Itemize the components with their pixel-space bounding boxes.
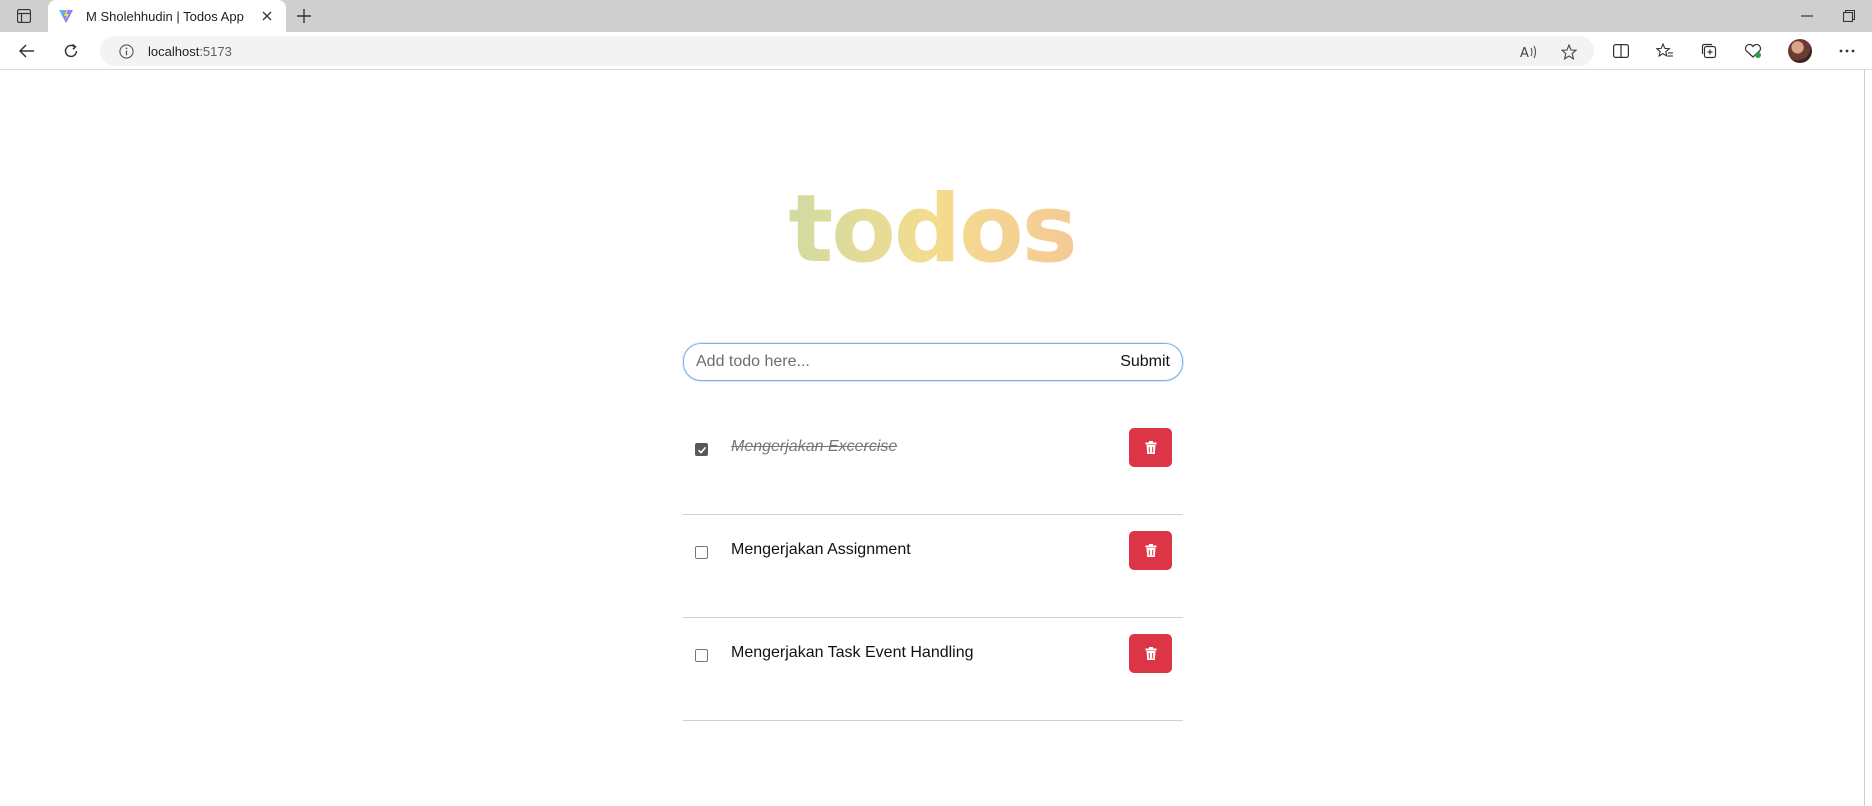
todo-input[interactable] <box>684 344 1113 380</box>
checkmark-icon <box>697 446 706 454</box>
back-icon[interactable] <box>14 39 40 63</box>
new-tab-icon[interactable] <box>292 5 316 27</box>
restore-icon[interactable] <box>1838 6 1860 26</box>
split-screen-icon[interactable] <box>1610 40 1632 62</box>
todo-item: Mengerjakan Task Event Handling <box>683 618 1183 721</box>
tab-actions-icon[interactable] <box>12 6 36 26</box>
site-info-icon[interactable] <box>116 41 136 61</box>
submit-button[interactable]: Submit <box>1112 344 1182 380</box>
vite-favicon-icon <box>58 7 76 25</box>
delete-button[interactable] <box>1129 634 1172 673</box>
delete-button[interactable] <box>1129 531 1172 570</box>
app-title: todos <box>0 175 1864 285</box>
address-url[interactable]: localhost:5173 <box>148 44 232 59</box>
scrollbar-edge <box>1864 70 1865 806</box>
todo-text: Mengerjakan Excercise <box>731 438 898 455</box>
browser-essentials-icon[interactable] <box>1742 40 1764 62</box>
todo-item: Mengerjakan Excercise <box>683 412 1183 515</box>
trash-icon <box>1145 441 1156 454</box>
favorite-star-icon[interactable] <box>1558 41 1580 63</box>
todo-text: Mengerjakan Assignment <box>731 541 911 558</box>
collections-icon[interactable] <box>1698 40 1720 62</box>
todo-item: Mengerjakan Assignment <box>683 515 1183 618</box>
todo-checkbox[interactable] <box>695 443 708 456</box>
minimize-icon[interactable] <box>1796 6 1818 26</box>
url-host: localhost <box>148 43 200 59</box>
close-tab-icon[interactable] <box>258 7 276 25</box>
address-bar[interactable]: localhost:5173 A <box>100 36 1594 66</box>
todo-text: Mengerjakan Task Event Handling <box>731 644 974 661</box>
read-aloud-icon[interactable]: A <box>1518 41 1540 63</box>
url-port: :5173 <box>199 43 232 59</box>
profile-avatar[interactable] <box>1788 39 1812 63</box>
trash-icon <box>1145 544 1156 557</box>
more-options-icon[interactable] <box>1836 40 1858 62</box>
browser-tab-bar: M Sholehhudin | Todos App <box>0 0 1872 32</box>
browser-tab[interactable]: M Sholehhudin | Todos App <box>48 0 286 32</box>
favorites-icon[interactable] <box>1654 40 1676 62</box>
todo-list: Mengerjakan Excercise Mengerjakan Assign… <box>683 412 1183 721</box>
svg-text:A: A <box>1520 46 1529 59</box>
delete-button[interactable] <box>1129 428 1172 467</box>
add-todo-form: Submit <box>683 343 1183 381</box>
reload-icon[interactable] <box>58 39 84 63</box>
tab-title: M Sholehhudin | Todos App <box>86 8 244 24</box>
todo-checkbox[interactable] <box>695 649 708 662</box>
todo-checkbox[interactable] <box>695 546 708 559</box>
browser-toolbar: localhost:5173 A <box>0 32 1872 70</box>
trash-icon <box>1145 647 1156 660</box>
